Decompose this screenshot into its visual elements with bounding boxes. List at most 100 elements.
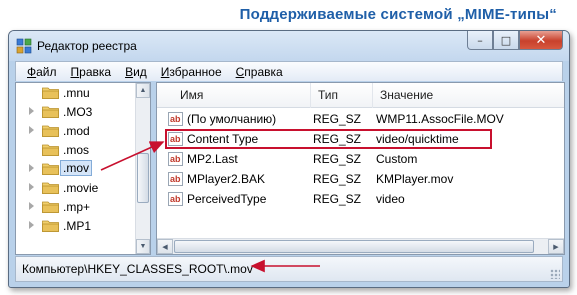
- value-name: (По умолчанию): [187, 112, 277, 126]
- folder-icon: [42, 144, 59, 156]
- table-row[interactable]: ab MP2.Last REG_SZ Custom: [157, 149, 564, 169]
- value-data: KMPlayer.mov: [376, 172, 454, 186]
- key-tree-pane[interactable]: .mnu .MO3 .mod .mos .mov .movie .mp+ .MP…: [15, 82, 151, 255]
- menu-favorites-label: збранное: [169, 64, 222, 79]
- menu-help[interactable]: Справка: [229, 65, 290, 79]
- list-header: Имя Тип Значение: [157, 83, 564, 108]
- svg-text:ab: ab: [170, 174, 181, 184]
- registry-editor-icon: [16, 38, 32, 54]
- folder-icon: [42, 125, 59, 137]
- scroll-up-icon[interactable]: ▲: [136, 83, 150, 98]
- table-row-highlighted[interactable]: ab Content Type REG_SZ video/quicktime: [157, 129, 564, 149]
- expand-arrow-icon[interactable]: [29, 202, 34, 210]
- folder-icon: [42, 220, 59, 232]
- menu-view-label: ид: [133, 64, 147, 79]
- tree-item[interactable]: .mnu: [16, 83, 137, 102]
- string-value-ab-icon: ab: [168, 172, 183, 186]
- tree-item[interactable]: .mod: [16, 121, 137, 140]
- menu-favorites[interactable]: Избранное: [154, 65, 229, 79]
- menu-edit-accel: П: [70, 64, 80, 79]
- tree-item-label: .movie: [63, 181, 99, 195]
- string-value-ab-icon: ab: [168, 132, 183, 146]
- string-value-ab-icon: ab: [168, 152, 183, 166]
- scroll-right-icon[interactable]: ▶: [548, 239, 564, 254]
- svg-text:ab: ab: [170, 114, 181, 124]
- menu-view[interactable]: Вид: [118, 65, 154, 79]
- status-path: Компьютер\HKEY_CLASSES_ROOT\.mov: [22, 262, 253, 276]
- menu-file-label: айл: [36, 64, 57, 79]
- tree-item-label: .MO3: [63, 105, 93, 119]
- tree-item-label: .mos: [63, 143, 90, 157]
- tree-item[interactable]: .mos: [16, 140, 137, 159]
- tree-item-label: .mod: [63, 124, 90, 138]
- list-horizontal-scrollbar[interactable]: ◀ ▶: [157, 238, 564, 254]
- string-value-ab-icon: ab: [168, 192, 183, 206]
- expand-arrow-icon[interactable]: [29, 164, 34, 172]
- table-row[interactable]: ab MPlayer2.BAK REG_SZ KMPlayer.mov: [157, 169, 564, 189]
- tree-item[interactable]: .MP1: [16, 216, 137, 235]
- string-value-ab-icon: ab: [168, 112, 183, 126]
- registry-editor-window: Редактор реестра – □ ✕ Файл Правка Вид И…: [8, 30, 570, 288]
- tree-item[interactable]: .mp+: [16, 197, 137, 216]
- menu-edit-label: равка: [79, 64, 112, 79]
- value-name: MPlayer2.BAK: [187, 172, 266, 186]
- column-header-value[interactable]: Значение: [373, 83, 564, 108]
- close-button[interactable]: ✕: [519, 31, 563, 50]
- value-name: PerceivedType: [187, 192, 267, 206]
- title-bar[interactable]: Редактор реестра – □ ✕: [9, 31, 569, 61]
- table-row[interactable]: ab PerceivedType REG_SZ video: [157, 189, 564, 209]
- menu-bar: Файл Правка Вид Избранное Справка: [15, 61, 563, 81]
- tree-item-label: .mov: [59, 160, 93, 176]
- status-bar: Компьютер\HKEY_CLASSES_ROOT\.mov: [15, 256, 563, 282]
- value-type: REG_SZ: [313, 172, 362, 186]
- scroll-down-icon[interactable]: ▼: [136, 239, 150, 254]
- tree-item-label: .mp+: [63, 200, 91, 214]
- tree-item-selected[interactable]: .mov: [16, 159, 137, 178]
- tree-vertical-scrollbar[interactable]: ▲ ▼: [135, 83, 150, 254]
- folder-icon: [42, 182, 59, 194]
- maximize-button[interactable]: □: [493, 31, 519, 50]
- table-row[interactable]: ab (По умолчанию) REG_SZ WMP11.AssocFile…: [157, 109, 564, 129]
- svg-text:ab: ab: [170, 134, 181, 144]
- scroll-thumb[interactable]: [137, 153, 149, 203]
- value-type: REG_SZ: [313, 132, 362, 146]
- menu-view-accel: В: [125, 64, 134, 79]
- svg-text:ab: ab: [170, 154, 181, 164]
- column-header-type[interactable]: Тип: [311, 83, 373, 108]
- value-name: MP2.Last: [187, 152, 238, 166]
- tree-item-label: .MP1: [63, 219, 92, 233]
- scroll-left-icon[interactable]: ◀: [157, 239, 173, 254]
- value-data: WMP11.AssocFile.MOV: [376, 112, 504, 126]
- window-controls: – □ ✕: [467, 31, 563, 50]
- tree-item-label: .mnu: [63, 86, 90, 100]
- value-name: Content Type: [187, 132, 259, 146]
- folder-icon: [42, 106, 59, 118]
- svg-text:ab: ab: [170, 194, 181, 204]
- expand-arrow-icon[interactable]: [29, 183, 34, 191]
- values-list-pane[interactable]: Имя Тип Значение ab (По умолчанию) REG_S…: [156, 82, 565, 255]
- folder-icon: [42, 87, 59, 99]
- minimize-button[interactable]: –: [467, 31, 493, 50]
- tree-item[interactable]: .MO3: [16, 102, 137, 121]
- expand-arrow-icon[interactable]: [29, 126, 34, 134]
- value-type: REG_SZ: [313, 152, 362, 166]
- column-header-name[interactable]: Имя: [173, 83, 311, 108]
- window-title: Редактор реестра: [37, 39, 137, 53]
- value-type: REG_SZ: [313, 112, 362, 126]
- value-data: Custom: [376, 152, 418, 166]
- menu-file[interactable]: Файл: [20, 65, 64, 79]
- value-data: video: [376, 192, 405, 206]
- resize-grip-icon[interactable]: [550, 269, 560, 279]
- expand-arrow-icon[interactable]: [29, 221, 34, 229]
- menu-help-label: правка: [244, 64, 283, 79]
- value-type: REG_SZ: [313, 192, 362, 206]
- expand-arrow-icon[interactable]: [29, 107, 34, 115]
- tree-item[interactable]: .movie: [16, 178, 137, 197]
- menu-help-accel: С: [235, 64, 245, 79]
- menu-file-accel: Ф: [27, 64, 37, 79]
- folder-icon: [42, 163, 59, 175]
- value-data: video/quicktime: [376, 132, 459, 146]
- menu-edit[interactable]: Правка: [64, 65, 119, 79]
- page-caption: Поддерживаемые системой „MIME-типы“: [239, 6, 557, 23]
- scroll-thumb[interactable]: [174, 240, 534, 253]
